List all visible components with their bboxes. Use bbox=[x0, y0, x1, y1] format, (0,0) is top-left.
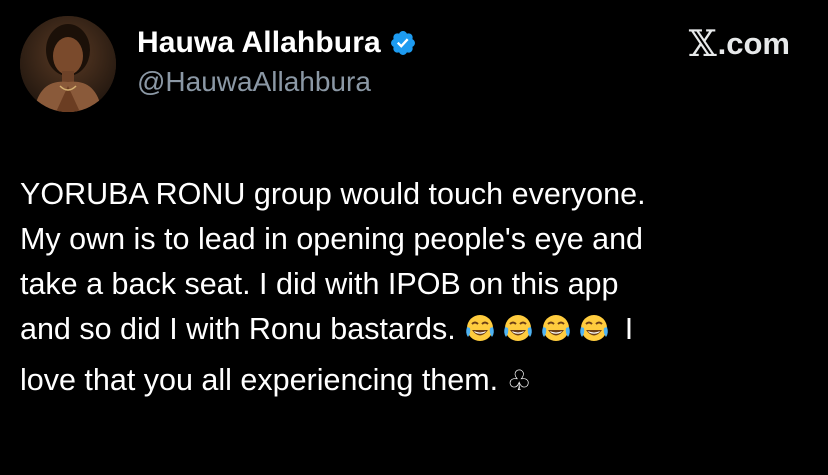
tweet-line: take a back seat. I did with IPOB on thi… bbox=[20, 267, 619, 301]
tweet-line-text: love that you all experiencing them. bbox=[20, 363, 499, 397]
x-brand-link[interactable]: 𝕏 .com bbox=[688, 23, 790, 65]
brand-suffix: .com bbox=[717, 26, 790, 61]
face-with-tears-of-joy-icon bbox=[580, 315, 609, 341]
profile-avatar[interactable] bbox=[20, 16, 116, 112]
face-with-tears-of-joy-icon bbox=[542, 315, 571, 341]
tweet-line-last: love that you all experiencing them. ♧ bbox=[20, 358, 810, 403]
verified-badge-icon bbox=[390, 31, 415, 55]
display-name[interactable]: Hauwa Allahbura bbox=[137, 26, 381, 60]
user-handle[interactable]: @HauwaAllahbura bbox=[137, 66, 371, 98]
face-with-tears-of-joy-icon bbox=[504, 315, 533, 341]
tweet-text: YORUBA RONU group would touch everyone. … bbox=[20, 172, 810, 403]
tweet-line-text: and so did I with Ronu bastards. bbox=[20, 312, 456, 346]
x-logo-icon: 𝕏 bbox=[688, 23, 717, 65]
name-row: Hauwa Allahbura bbox=[137, 23, 417, 63]
tweet-line: My own is to lead in opening people's ey… bbox=[20, 222, 644, 256]
tweet-line-tail: I bbox=[624, 312, 634, 346]
emoji-group bbox=[464, 313, 616, 358]
tweet-line: YORUBA RONU group would touch everyone. bbox=[20, 177, 646, 211]
tweet-line-with-emoji: and so did I with Ronu bastards. I bbox=[20, 307, 810, 358]
face-with-tears-of-joy-icon bbox=[466, 315, 495, 341]
club-symbol-icon: ♧ bbox=[506, 364, 532, 397]
